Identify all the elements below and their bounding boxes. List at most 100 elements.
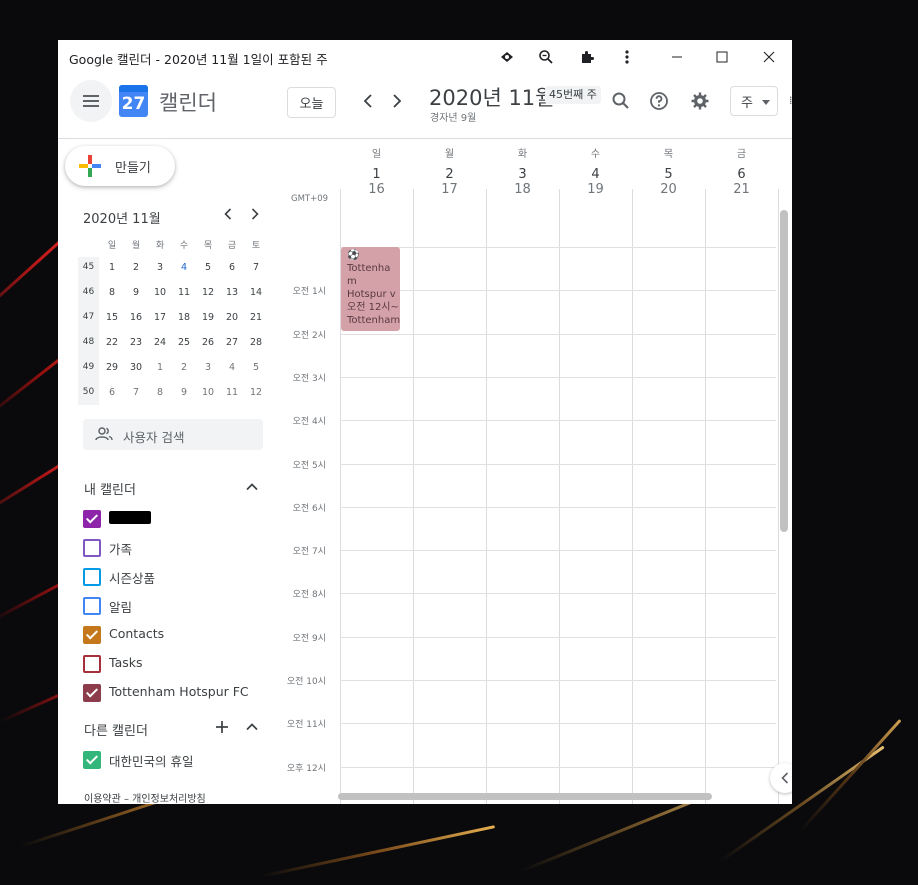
mini-calendar-day[interactable]: 15 [100, 307, 124, 329]
mini-calendar-day[interactable]: 5 [244, 357, 268, 379]
mini-calendar-day[interactable]: 27 [220, 332, 244, 354]
mini-calendar-day[interactable]: 12 [244, 382, 268, 404]
vertical-scrollbar[interactable] [780, 210, 788, 532]
people-search-field[interactable]: 사용자 검색 [83, 419, 263, 450]
day-header[interactable]: 금 6 21 [705, 145, 778, 197]
mini-calendar-day[interactable]: 11 [220, 382, 244, 404]
extensions-puzzle-icon[interactable] [576, 46, 598, 68]
mini-calendar-day[interactable]: 29 [100, 357, 124, 379]
settings-button[interactable] [688, 89, 712, 113]
mini-calendar-day[interactable]: 26 [196, 332, 220, 354]
mini-calendar-day[interactable]: 30 [124, 357, 148, 379]
week-number[interactable]: 49 [78, 362, 99, 372]
mini-calendar-day[interactable]: 10 [148, 282, 172, 304]
mini-calendar-day[interactable]: 11 [172, 282, 196, 304]
mini-next-month-button[interactable] [246, 206, 264, 224]
add-other-calendar-button[interactable] [215, 719, 231, 735]
maximize-icon[interactable] [711, 46, 733, 68]
mini-calendar-day[interactable]: 2 [124, 257, 148, 279]
horizontal-scrollbar[interactable] [338, 793, 712, 800]
mini-calendar-day[interactable]: 5 [196, 257, 220, 279]
mini-calendar-day[interactable]: 12 [196, 282, 220, 304]
calendar-checkbox[interactable] [83, 568, 101, 586]
mini-calendar-day[interactable]: 25 [172, 332, 196, 354]
mini-calendar-day[interactable]: 6 [100, 382, 124, 404]
mini-calendar-day[interactable]: 3 [196, 357, 220, 379]
mini-calendar-day[interactable]: 9 [124, 282, 148, 304]
mini-calendar-day[interactable]: 28 [244, 332, 268, 354]
calendar-checkbox[interactable] [83, 626, 101, 644]
mini-calendar-day[interactable]: 4 [220, 357, 244, 379]
mini-calendar-day[interactable]: 17 [148, 307, 172, 329]
zoom-icon[interactable] [535, 46, 557, 68]
event-tottenham-match[interactable]: ⚽ Tottenha m Hotspur v 오전 12시~ Tottenham [341, 247, 400, 331]
calendar-item[interactable]: 알림 [83, 594, 273, 616]
calendar-item[interactable]: 가족 [83, 536, 273, 558]
mini-calendar-day[interactable]: 23 [124, 332, 148, 354]
mini-calendar-day[interactable]: 10 [196, 382, 220, 404]
mini-calendar-day[interactable]: 18 [172, 307, 196, 329]
week-number[interactable]: 45 [78, 262, 99, 272]
mini-calendar-day[interactable]: 8 [100, 282, 124, 304]
week-number[interactable]: 47 [78, 312, 99, 322]
mini-calendar-day[interactable]: 24 [148, 332, 172, 354]
my-calendars-collapse-button[interactable] [245, 479, 261, 495]
search-button[interactable] [609, 89, 633, 113]
day-header[interactable]: 화 3 18 [486, 145, 559, 197]
mini-calendar-day[interactable]: 22 [100, 332, 124, 354]
mini-calendar-day[interactable]: 20 [220, 307, 244, 329]
calendar-checkbox[interactable] [83, 655, 101, 673]
calendar-checkbox[interactable] [83, 751, 101, 769]
day-header[interactable]: 월 2 17 [413, 145, 486, 197]
mini-calendar-day[interactable]: 3 [148, 257, 172, 279]
calendar-item[interactable] [83, 507, 273, 529]
help-button[interactable] [647, 89, 671, 113]
mini-calendar-day[interactable]: 14 [244, 282, 268, 304]
eye-extension-icon[interactable] [496, 46, 518, 68]
previous-period-button[interactable] [357, 89, 379, 113]
today-button[interactable]: 오늘 [287, 87, 336, 118]
mini-calendar-day[interactable]: 1 [100, 257, 124, 279]
more-vertical-icon[interactable] [616, 46, 638, 68]
side-panel-toggle-button[interactable] [770, 763, 792, 793]
minimize-icon[interactable] [666, 46, 688, 68]
main-menu-button[interactable] [70, 80, 112, 122]
mini-calendar-day[interactable]: 21 [244, 307, 268, 329]
mini-calendar-day[interactable]: 7 [124, 382, 148, 404]
mini-calendar-day[interactable]: 1 [148, 357, 172, 379]
close-icon[interactable] [758, 46, 780, 68]
view-selector[interactable]: 주 [730, 86, 778, 116]
day-header[interactable]: 수 4 19 [559, 145, 632, 197]
terms-privacy-link[interactable]: 이용약관 – 개인정보처리방침 [84, 790, 206, 804]
calendar-item[interactable]: Tasks [83, 652, 273, 674]
calendar-item[interactable]: Tottenham Hotspur FC [83, 681, 273, 703]
mini-prev-month-button[interactable] [219, 206, 237, 224]
calendar-item[interactable]: 시즌상품 [83, 565, 273, 587]
mini-calendar-day[interactable]: 16 [124, 307, 148, 329]
calendar-logo[interactable]: 27 [119, 85, 148, 117]
mini-calendar-day[interactable]: 9 [172, 382, 196, 404]
mini-calendar-day[interactable]: 8 [148, 382, 172, 404]
calendar-item[interactable]: Contacts [83, 623, 273, 645]
mini-calendar-day[interactable]: 13 [220, 282, 244, 304]
menu-icon [83, 95, 99, 97]
calendar-checkbox[interactable] [83, 539, 101, 557]
calendar-checkbox[interactable] [83, 684, 101, 702]
calendar-item[interactable]: 대한민국의 휴일 [83, 748, 273, 770]
apps-icon[interactable]: ⁞ [789, 94, 792, 107]
mini-calendar-day[interactable]: 19 [196, 307, 220, 329]
mini-calendar-day[interactable]: 7 [244, 257, 268, 279]
day-header[interactable]: 일 1 16 [340, 145, 413, 197]
other-calendars-collapse-button[interactable] [245, 719, 261, 735]
create-button[interactable]: 만들기 [65, 146, 175, 186]
week-number[interactable]: 48 [78, 337, 99, 347]
week-number[interactable]: 50 [78, 387, 99, 397]
calendar-checkbox[interactable] [83, 597, 101, 615]
day-header[interactable]: 목 5 20 [632, 145, 705, 197]
next-period-button[interactable] [386, 89, 408, 113]
mini-calendar-day[interactable]: 4 [172, 257, 196, 279]
week-number[interactable]: 46 [78, 287, 99, 297]
calendar-checkbox[interactable] [83, 510, 101, 528]
mini-calendar-day[interactable]: 2 [172, 357, 196, 379]
mini-calendar-day[interactable]: 6 [220, 257, 244, 279]
